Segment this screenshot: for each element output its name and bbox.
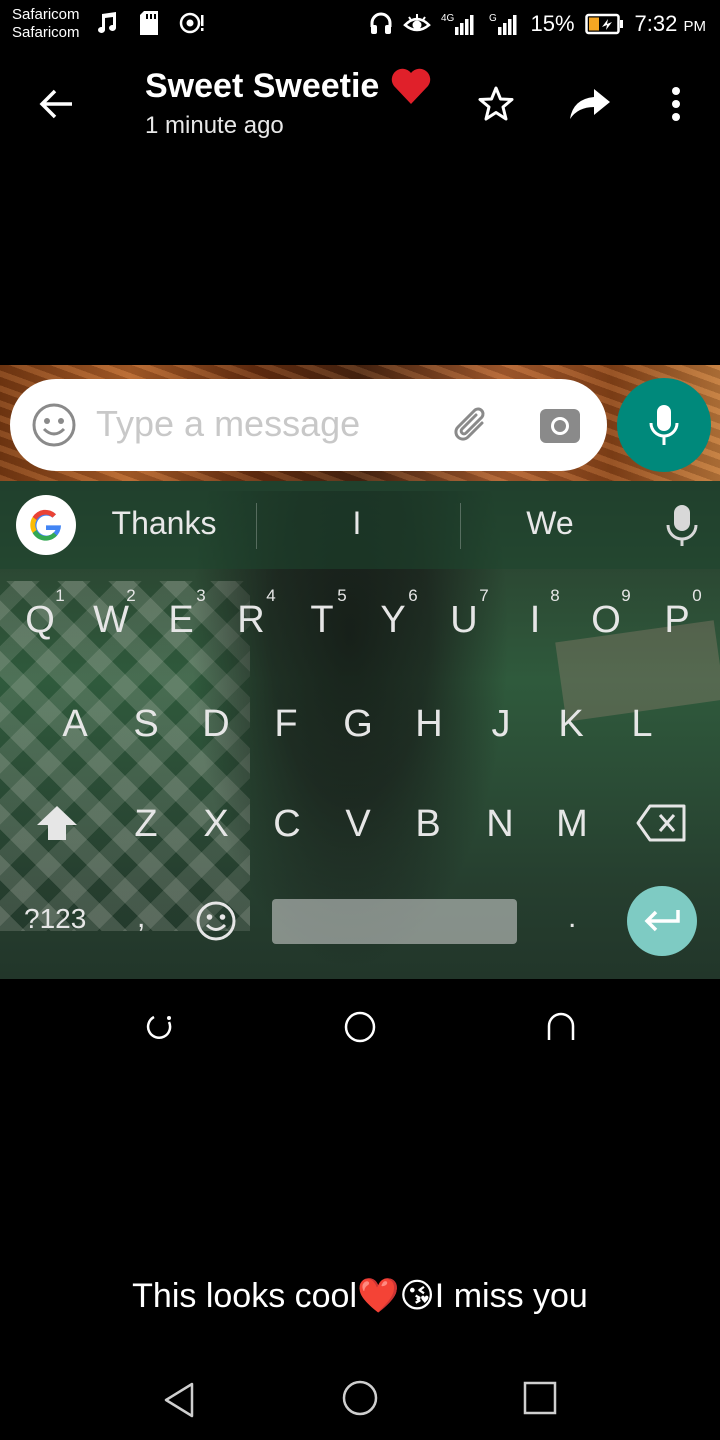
google-g-icon: [30, 509, 61, 541]
key-g[interactable]: G: [326, 703, 390, 746]
key-u[interactable]: U: [432, 599, 496, 642]
carrier-line-1: Safaricom: [12, 6, 80, 23]
backspace-key[interactable]: [636, 803, 688, 843]
suggestion-3[interactable]: We: [510, 505, 590, 542]
forward-icon: [570, 89, 610, 119]
shift-key[interactable]: [34, 803, 80, 843]
chat-title[interactable]: Sweet Sweetie: [145, 66, 433, 106]
signal-g-icon: G: [489, 13, 516, 35]
key-r[interactable]: R: [219, 599, 283, 642]
suggestion-bar: Thanks I We: [0, 481, 720, 569]
key-m[interactable]: M: [540, 803, 604, 846]
recent-rotate-icon[interactable]: [145, 1012, 175, 1042]
suggestion-divider: [256, 503, 257, 549]
forward-button[interactable]: [566, 80, 614, 128]
eye-comfort-icon: [402, 14, 431, 32]
status-right: 4G G 15% 7:32 PM: [369, 8, 706, 40]
signal-4g-icon: 4G: [441, 13, 473, 35]
key-i[interactable]: I: [503, 599, 567, 642]
key-l[interactable]: L: [610, 703, 674, 746]
google-logo-button[interactable]: [16, 495, 76, 555]
star-button[interactable]: [472, 80, 520, 128]
key-h[interactable]: H: [397, 703, 461, 746]
key-d[interactable]: D: [184, 703, 248, 746]
svg-text:G: G: [489, 13, 497, 24]
key-j[interactable]: J: [469, 703, 533, 746]
last-seen: 1 minute ago: [145, 112, 284, 139]
heart-icon: [392, 68, 431, 104]
camera-icon[interactable]: [538, 403, 582, 447]
key-b[interactable]: B: [396, 803, 460, 846]
more-options-button[interactable]: [652, 80, 700, 128]
music-icon: [98, 12, 116, 33]
key-w[interactable]: W: [79, 599, 143, 642]
suggestion-1[interactable]: Thanks: [100, 505, 228, 542]
key-f[interactable]: F: [254, 703, 318, 746]
key-v[interactable]: V: [326, 803, 390, 846]
sd-card-icon: [140, 11, 158, 35]
nav-home-icon[interactable]: [340, 1378, 380, 1418]
arrow-left-icon: [39, 89, 72, 119]
key-t[interactable]: T: [290, 599, 354, 642]
contact-name: Sweet Sweetie: [145, 66, 380, 105]
battery-percent: 15%: [530, 11, 575, 36]
enter-key[interactable]: [627, 886, 697, 956]
message-input-bar[interactable]: Type a message: [10, 379, 607, 471]
keyboard-nav-row: [0, 1000, 720, 1056]
clock: 7:32 PM: [635, 11, 706, 37]
nav-back-icon[interactable]: [160, 1380, 200, 1420]
more-vert-icon: [672, 87, 680, 121]
nav-recents-icon[interactable]: [522, 1380, 558, 1416]
status-bar: Safaricom Safaricom 4G G 15% 7:32 PM: [0, 0, 720, 48]
headphones-icon: [370, 12, 391, 34]
key-p[interactable]: P: [645, 599, 709, 642]
key-n[interactable]: N: [468, 803, 532, 846]
suggestion-divider: [460, 503, 461, 549]
clock-suffix: PM: [683, 18, 707, 35]
key-y[interactable]: Y: [361, 599, 425, 642]
message-input[interactable]: Type a message: [96, 403, 360, 445]
key-z[interactable]: Z: [114, 803, 178, 846]
svg-text:4G: 4G: [441, 13, 455, 24]
emoji-key-icon[interactable]: [194, 899, 238, 943]
soft-keyboard: Thanks I We 1Q2W3E4R5T6Y7U8I9O0PASDFGHJK…: [0, 481, 720, 979]
space-key[interactable]: [272, 899, 517, 944]
enter-arrow-icon: [644, 910, 680, 932]
voice-message-button[interactable]: [617, 378, 711, 472]
arch-icon[interactable]: [545, 1012, 577, 1042]
emoji-icon[interactable]: [30, 401, 78, 449]
star-icon: [478, 86, 514, 121]
comma-key[interactable]: ,: [137, 901, 145, 935]
paperclip-icon[interactable]: [448, 401, 496, 449]
key-a[interactable]: A: [43, 703, 107, 746]
key-s[interactable]: S: [114, 703, 178, 746]
clock-time: 7:32: [634, 11, 678, 36]
key-e[interactable]: E: [149, 599, 213, 642]
carrier-info: Safaricom Safaricom: [12, 6, 80, 42]
key-o[interactable]: O: [574, 599, 638, 642]
symbols-key[interactable]: ?123: [24, 903, 86, 935]
home-circle-icon[interactable]: [343, 1010, 377, 1044]
voice-typing-icon[interactable]: [662, 503, 702, 547]
key-k[interactable]: K: [539, 703, 603, 746]
back-button[interactable]: [30, 82, 82, 126]
battery-icon: [584, 13, 623, 35]
carrier-line-2: Safaricom: [12, 24, 80, 41]
chat-header: Sweet Sweetie 1 minute ago: [0, 52, 720, 156]
key-c[interactable]: C: [255, 803, 319, 846]
key-x[interactable]: X: [184, 803, 248, 846]
suggestion-2[interactable]: I: [330, 505, 384, 542]
system-nav-bar: [0, 1360, 720, 1440]
hotspot-icon: [179, 12, 204, 34]
key-q[interactable]: Q: [8, 599, 72, 642]
image-caption: This looks cool❤️😘I miss you: [132, 1277, 588, 1315]
microphone-icon: [649, 405, 679, 445]
period-key[interactable]: .: [568, 901, 576, 935]
